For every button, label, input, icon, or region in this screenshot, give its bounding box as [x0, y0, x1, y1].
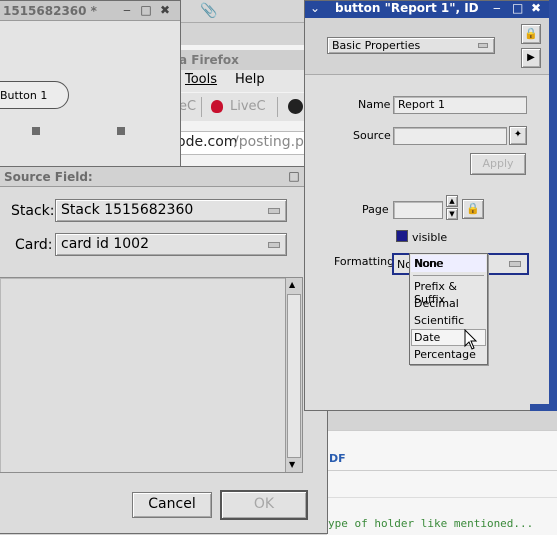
mouse-cursor-icon [464, 329, 478, 350]
page-stepper-up[interactable]: ▲ [446, 195, 458, 207]
visible-label: visible [412, 231, 448, 244]
code-line: ype of holder like mentioned... [328, 517, 534, 530]
stack-window-title: 1515682360 * [3, 4, 97, 18]
scrollbar[interactable]: ▲ ▼ [285, 278, 302, 472]
close-icon[interactable]: ✖ [159, 4, 171, 16]
chevron-down-icon [509, 261, 521, 267]
play-icon: ▶ [527, 52, 535, 63]
window-edge [549, 0, 557, 411]
page-lock-button[interactable]: 🔒 [462, 199, 484, 219]
stack-window: 1515682360 * ‒ □ ✖ Button 1 [0, 0, 181, 172]
browser-title: a Firefox [179, 53, 239, 67]
top-toolbar-strip: 📎 [180, 0, 305, 23]
source-dialog-title: Source Field: [4, 170, 93, 184]
card-combo[interactable]: card id 1002 [55, 233, 287, 256]
chevron-down-icon [268, 241, 280, 248]
chevron-down-icon [478, 42, 488, 48]
name-field[interactable]: Report 1 [393, 96, 527, 114]
source-field[interactable] [393, 127, 507, 145]
github-icon[interactable] [288, 99, 303, 114]
selection-handle[interactable] [32, 127, 40, 135]
selection-handle[interactable] [117, 127, 125, 135]
scroll-down-icon[interactable]: ▼ [289, 460, 295, 469]
editor-divider [327, 470, 557, 471]
page-label: Page [362, 203, 389, 216]
separator [201, 97, 202, 117]
dropdown-option-prefix-suffix[interactable]: Prefix & Suffix [411, 278, 486, 306]
toolbar-item-ec[interactable]: eC [179, 99, 196, 114]
cancel-button[interactable]: Cancel [132, 492, 212, 518]
maximize-icon[interactable]: □ [140, 4, 152, 16]
minimize-icon[interactable]: ‒ [493, 1, 501, 15]
option-label: Decimal [414, 297, 459, 310]
page-stepper-down[interactable]: ▼ [446, 208, 458, 220]
apply-button-label: Apply [482, 157, 514, 170]
cancel-button-label: Cancel [148, 496, 196, 512]
formatting-label: Formatting [334, 255, 395, 268]
card-combo-value: card id 1002 [61, 236, 149, 252]
apply-button[interactable]: Apply [470, 153, 526, 175]
run-button[interactable]: ▶ [521, 48, 541, 68]
livecode-icon [211, 100, 223, 113]
menu-tools[interactable]: Tools [185, 72, 217, 87]
stack-combo[interactable]: Stack 1515682360 [55, 199, 287, 222]
option-label: Date [414, 331, 441, 344]
browser-titlebar: a Firefox [175, 50, 315, 70]
dropdown-separator [413, 275, 484, 276]
url-domain: ode.com [177, 134, 238, 150]
stack-window-titlebar: 1515682360 * ‒ □ ✖ [0, 1, 180, 21]
minimize-icon[interactable]: ‒ [121, 4, 133, 16]
section-selector[interactable]: Basic Properties [327, 37, 495, 54]
inspector-title: button "Report 1", ID [335, 1, 479, 15]
source-label: Source [353, 129, 391, 142]
maximize-icon[interactable]: □ [512, 1, 523, 15]
source-picker-button[interactable]: ✦ [509, 126, 527, 145]
name-field-value: Report 1 [398, 98, 445, 111]
editor-gutter-line [327, 497, 557, 498]
window-edge-bottom [530, 404, 557, 411]
menu-help[interactable]: Help [235, 72, 265, 87]
section-selector-value: Basic Properties [332, 39, 421, 52]
lock-button[interactable]: 🔒 [521, 24, 541, 44]
chevron-down-icon[interactable]: ⌄ [310, 1, 320, 15]
none-echo: None [415, 257, 444, 270]
editor-area: DF ype of holder like mentioned... [327, 430, 557, 535]
source-field-dialog: Source Field: □ ✖ Stack: Stack 151568236… [0, 166, 328, 534]
stack-label: Stack: [11, 203, 55, 219]
magic-wand-icon: ✦ [513, 129, 523, 140]
card-label: Card: [15, 237, 53, 253]
browser-toolbar: eC LiveC [175, 93, 315, 121]
separator [277, 97, 278, 117]
button-1-label: Button 1 [0, 89, 48, 102]
dropdown-option-decimal[interactable]: Decimal [411, 295, 486, 312]
maximize-icon[interactable]: □ [288, 170, 300, 182]
source-dialog-titlebar: Source Field: □ ✖ [0, 167, 327, 187]
dropdown-option-scientific[interactable]: Scientific [411, 312, 486, 329]
browser-menubar: Tools Help [175, 70, 315, 92]
page-field[interactable] [393, 201, 443, 219]
ok-button-label: OK [253, 496, 275, 512]
paperclip-icon[interactable]: 📎 [200, 3, 217, 19]
url-path: /posting.ph [234, 134, 313, 150]
url-bar[interactable]: ode.com /posting.ph [175, 131, 315, 155]
lock-icon: 🔒 [466, 202, 480, 215]
link-df[interactable]: DF [329, 452, 346, 465]
visible-checkbox[interactable] [396, 230, 408, 242]
scroll-up-icon[interactable]: ▲ [289, 280, 295, 289]
name-label: Name [358, 98, 391, 111]
field-list[interactable]: ▲ ▼ [0, 277, 303, 473]
inspector-titlebar: ⌄ button "Report 1", ID ‒ □ ✖ [305, 1, 549, 18]
stack-combo-value: Stack 1515682360 [61, 202, 194, 218]
chevron-down-icon [268, 207, 280, 214]
lock-icon: 🔒 [524, 27, 538, 40]
scroll-thumb[interactable] [287, 294, 301, 458]
toolbar-item-livec[interactable]: LiveC [230, 99, 266, 114]
option-label: Scientific [414, 314, 465, 327]
ok-button[interactable]: OK [220, 490, 308, 520]
button-1[interactable]: Button 1 [0, 81, 69, 109]
close-icon[interactable]: ✖ [531, 1, 541, 15]
